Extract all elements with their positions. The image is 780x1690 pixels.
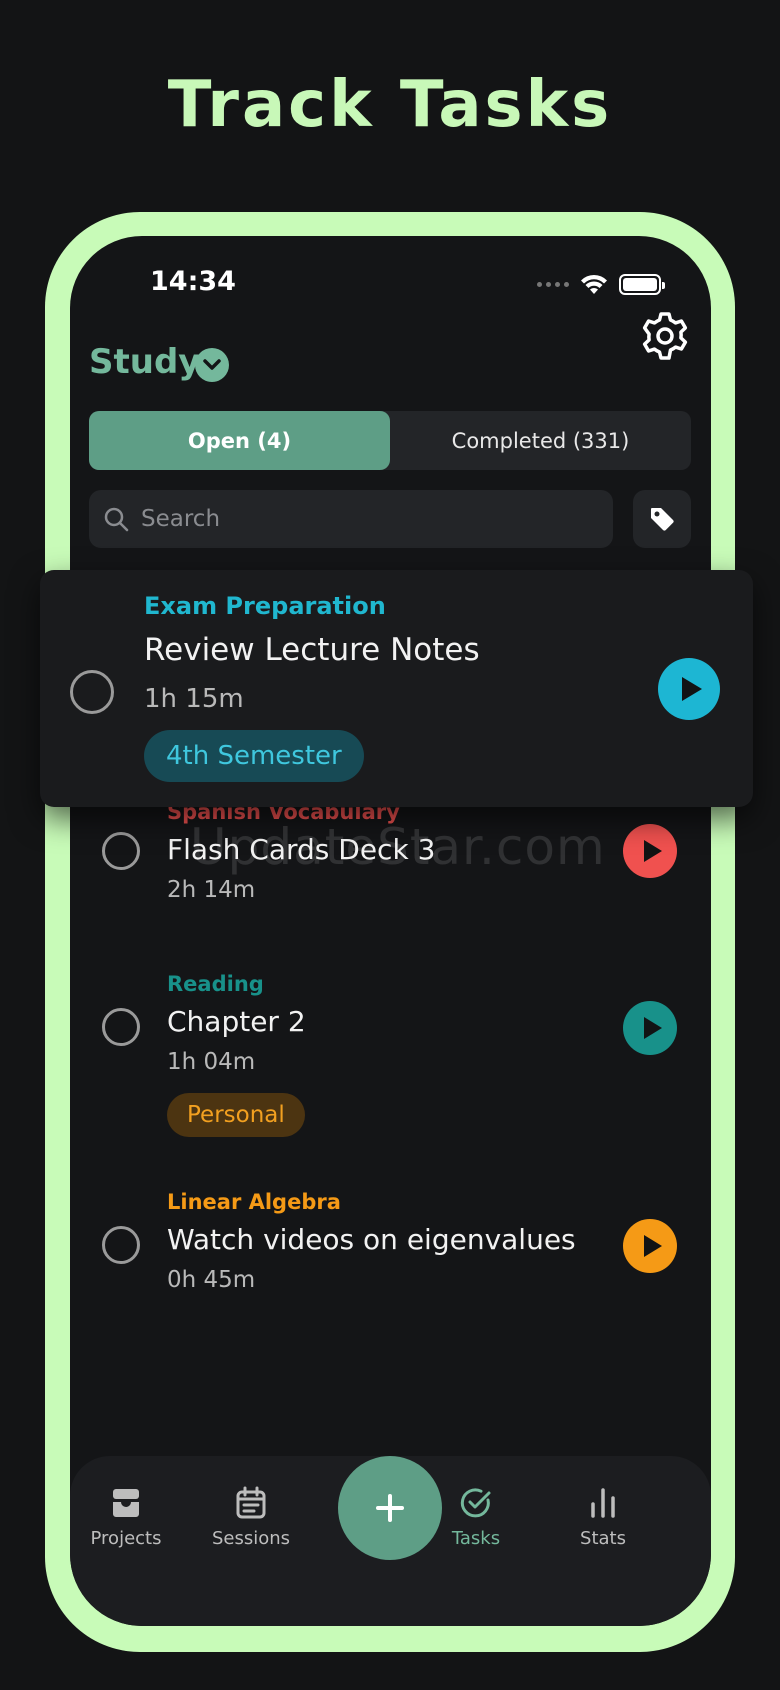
play-icon (643, 840, 662, 862)
wifi-icon (581, 274, 607, 294)
chevron-down-icon[interactable] (195, 348, 229, 382)
task-checkbox[interactable] (102, 832, 140, 870)
nav-stats[interactable]: Stats (543, 1486, 663, 1549)
play-button[interactable] (623, 824, 677, 878)
add-task-button[interactable] (338, 1456, 442, 1560)
watermark: UpdateStar.com (190, 818, 606, 876)
task-status-tabs: Open (4) Completed (331) (89, 411, 691, 470)
task-title: Watch videos on eigenvalues (167, 1223, 576, 1256)
plus-icon (376, 1494, 404, 1522)
task-duration: 0h 45m (167, 1267, 256, 1293)
gear-icon[interactable] (639, 310, 691, 362)
task-checkbox[interactable] (102, 1008, 140, 1046)
nav-projects[interactable]: Projects (70, 1486, 186, 1549)
search-box (89, 490, 613, 548)
play-icon (643, 1235, 662, 1257)
task-row[interactable]: Linear Algebra Watch videos on eigenvalu… (70, 1176, 711, 1306)
task-row[interactable]: Reading Chapter 2 1h 04m Personal (70, 958, 711, 1138)
signal-icon (537, 281, 569, 287)
play-button[interactable] (623, 1219, 677, 1273)
task-duration: 1h 15m (144, 684, 244, 714)
task-tag: Personal (167, 1093, 305, 1137)
status-time: 14:34 (150, 266, 236, 297)
task-duration: 2h 14m (167, 877, 256, 903)
task-project: Reading (167, 972, 264, 996)
nav-sessions[interactable]: Sessions (191, 1486, 311, 1549)
task-tag: 4th Semester (144, 730, 364, 782)
highlighted-task-card[interactable]: Exam Preparation Review Lecture Notes 1h… (40, 570, 753, 807)
nav-tasks-label: Tasks (451, 1528, 501, 1549)
nav-projects-label: Projects (90, 1528, 162, 1549)
task-project: Exam Preparation (144, 592, 386, 620)
nav-stats-label: Stats (580, 1528, 626, 1549)
tag-filter-button[interactable] (633, 490, 691, 548)
play-button[interactable] (623, 1001, 677, 1055)
tab-open[interactable]: Open (4) (89, 411, 390, 470)
play-icon (643, 1017, 662, 1039)
promo-page: Track Tasks 14:34 Study Open (4) Complet… (0, 0, 780, 1690)
phone-screen: 14:34 Study Open (4) Completed (331) Sea… (70, 236, 711, 1626)
play-icon (681, 677, 702, 701)
promo-headline: Track Tasks (167, 68, 613, 142)
battery-icon (619, 273, 665, 295)
task-checkbox[interactable] (102, 1226, 140, 1264)
check-circle-icon (460, 1488, 491, 1518)
search-icon (104, 507, 129, 532)
task-title: Review Lecture Notes (144, 632, 480, 668)
task-title: Chapter 2 (167, 1005, 306, 1038)
project-title[interactable]: Study (89, 342, 200, 382)
tab-completed[interactable]: Completed (331) (390, 411, 691, 470)
calendar-icon (236, 1486, 266, 1519)
play-button[interactable] (658, 658, 720, 720)
task-duration: 1h 04m (167, 1049, 256, 1075)
nav-sessions-label: Sessions (211, 1528, 291, 1549)
inbox-icon (113, 1489, 139, 1517)
task-project: Linear Algebra (167, 1190, 341, 1214)
bar-chart-icon (591, 1488, 615, 1518)
search-input[interactable] (141, 506, 613, 532)
status-icons (537, 272, 665, 296)
task-checkbox[interactable] (70, 670, 114, 714)
tag-icon (651, 508, 674, 531)
